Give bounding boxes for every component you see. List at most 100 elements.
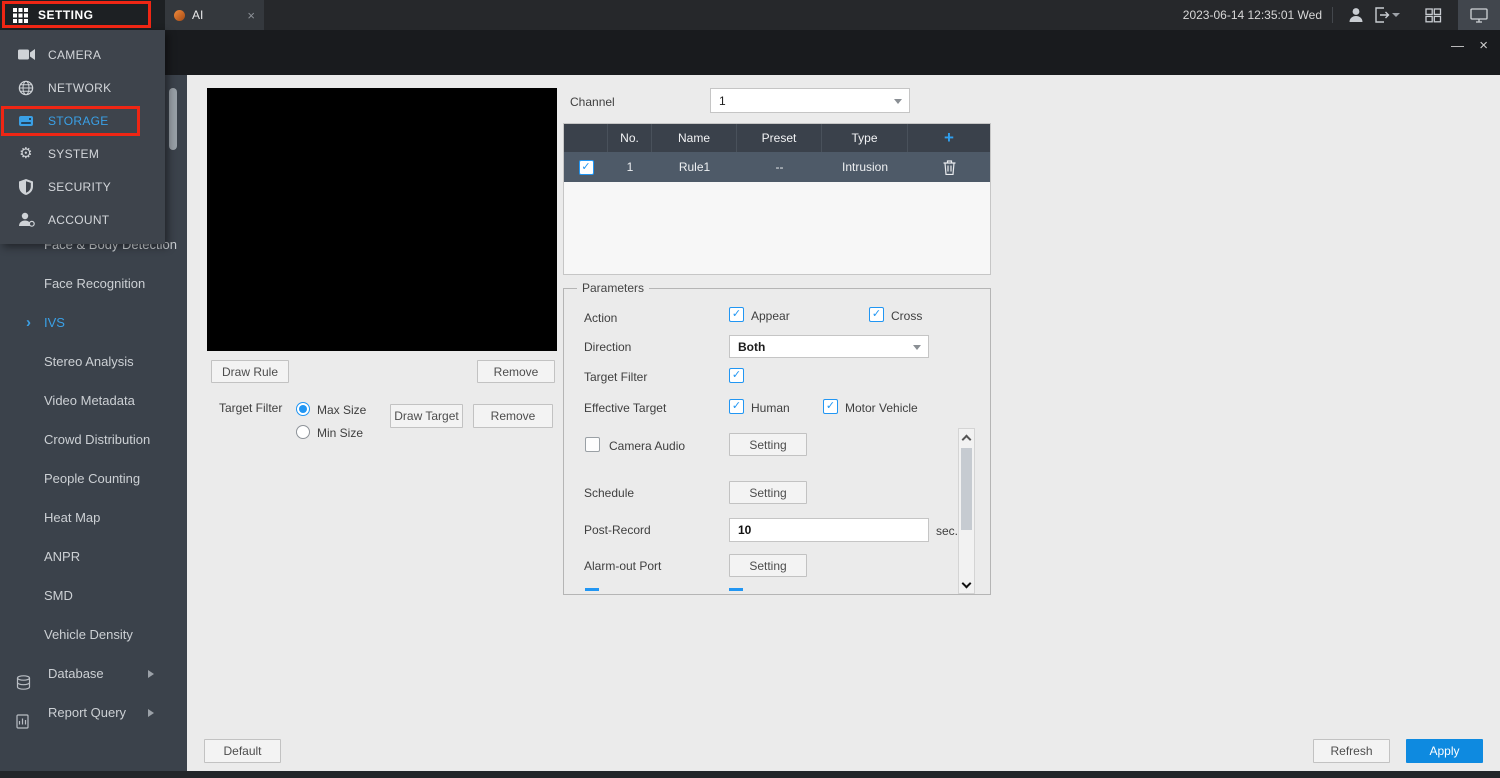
scroll-up-button[interactable]: [959, 429, 974, 446]
cross-checkbox[interactable]: [869, 307, 884, 322]
user-icon[interactable]: [1344, 0, 1368, 30]
screen-layout-icon[interactable]: [1420, 0, 1446, 30]
system-gear-icon: [17, 146, 35, 161]
logout-caret-icon: [1392, 13, 1400, 17]
cell-type: Intrusion: [842, 160, 888, 174]
menu-item-security[interactable]: SECURITY: [0, 170, 165, 203]
sidebar-scrollbar[interactable]: [169, 88, 177, 150]
remove-rule-button[interactable]: Remove: [477, 360, 555, 383]
button-label: Apply: [1429, 744, 1459, 758]
setting-menu-button[interactable]: SETTING: [0, 0, 165, 30]
cell-no: 1: [627, 160, 634, 174]
sidebar-item-ivs[interactable]: IVS: [0, 303, 187, 342]
apps-grid-icon: [13, 8, 28, 23]
min-size-radio[interactable]: [296, 425, 310, 439]
camera-icon: [17, 48, 35, 61]
header-label: Name: [678, 131, 710, 145]
col-type: Type: [822, 124, 908, 152]
header-label: No.: [620, 131, 639, 145]
post-record-input[interactable]: [729, 518, 929, 542]
post-record-unit: sec.: [936, 524, 958, 538]
channel-select[interactable]: 1: [710, 88, 910, 113]
effective-target-label: Effective Target: [584, 401, 666, 415]
human-checkbox[interactable]: [729, 399, 744, 414]
remove-target-button[interactable]: Remove: [473, 404, 553, 428]
cross-label: Cross: [891, 309, 922, 323]
chevron-down-icon: [913, 345, 921, 350]
minimize-button[interactable]: —: [1451, 38, 1464, 53]
min-size-label: Min Size: [317, 426, 363, 440]
appear-checkbox[interactable]: [729, 307, 744, 322]
target-filter-checkbox[interactable]: [729, 368, 744, 383]
post-record-label: Post-Record: [584, 523, 651, 537]
sidebar-item-face-recognition[interactable]: Face Recognition: [0, 264, 187, 303]
motor-vehicle-checkbox[interactable]: [823, 399, 838, 414]
apply-button[interactable]: Apply: [1406, 739, 1483, 763]
motor-vehicle-label: Motor Vehicle: [845, 401, 918, 415]
sidebar-item-anpr[interactable]: ANPR: [0, 537, 187, 576]
col-select: [564, 124, 608, 152]
scrollbar-thumb[interactable]: [961, 448, 972, 530]
sidebar-item-smd[interactable]: SMD: [0, 576, 187, 615]
sidebar-item-crowd-distribution[interactable]: Crowd Distribution: [0, 420, 187, 459]
logout-icon[interactable]: [1374, 0, 1400, 30]
schedule-setting-button[interactable]: Setting: [729, 481, 807, 504]
menu-item-network[interactable]: NETWORK: [0, 71, 165, 104]
report-query-icon: [16, 705, 31, 732]
account-icon: [17, 212, 35, 227]
refresh-button[interactable]: Refresh: [1313, 739, 1390, 763]
header-label: Preset: [762, 131, 797, 145]
sidebar-item-stereo-analysis[interactable]: Stereo Analysis: [0, 342, 187, 381]
direction-select[interactable]: Both: [729, 335, 929, 358]
nvr-settings-screen: — × SETTING AI × 2023-06-14 12:35:01 Wed: [0, 0, 1500, 778]
table-row[interactable]: 1 Rule1 -- Intrusion: [564, 152, 990, 182]
col-no: No.: [608, 124, 652, 152]
sidebar-item-report-query[interactable]: Report Query: [0, 693, 187, 732]
button-label: Remove: [491, 409, 536, 423]
draw-rule-button[interactable]: Draw Rule: [211, 360, 289, 383]
sidebar-item-vehicle-density[interactable]: Vehicle Density: [0, 615, 187, 654]
parameters-title: Parameters: [577, 281, 649, 295]
camera-audio-setting-button[interactable]: Setting: [729, 433, 807, 456]
parameters-scrollbar[interactable]: [958, 428, 975, 594]
sidebar-item-video-metadata[interactable]: Video Metadata: [0, 381, 187, 420]
camera-audio-checkbox[interactable]: [585, 437, 600, 452]
add-rule-button[interactable]: +: [908, 124, 990, 152]
sidebar-item-label: Crowd Distribution: [44, 432, 150, 447]
close-button[interactable]: ×: [1479, 37, 1488, 54]
tab-ai[interactable]: AI ×: [165, 0, 264, 30]
alarm-out-setting-button[interactable]: Setting: [729, 554, 807, 577]
sidebar-item-label: Heat Map: [44, 510, 100, 525]
scroll-down-button[interactable]: [959, 576, 974, 593]
delete-rule-icon[interactable]: [943, 160, 956, 175]
menu-item-camera[interactable]: CAMERA: [0, 38, 165, 71]
button-label: Setting: [749, 559, 786, 573]
sidebar-item-database[interactable]: Database: [0, 654, 187, 693]
default-button[interactable]: Default: [204, 739, 281, 763]
sidebar-item-label: ANPR: [44, 549, 80, 564]
menu-item-system[interactable]: SYSTEM: [0, 137, 165, 170]
chevron-down-icon: [962, 578, 972, 588]
sidebar-item-label: Video Metadata: [44, 393, 135, 408]
window-titlebar: — ×: [0, 30, 1500, 75]
button-label: Draw Target: [394, 409, 458, 423]
row-checkbox[interactable]: [579, 160, 594, 175]
menu-item-label: NETWORK: [48, 81, 111, 95]
parameters-group: Parameters Action Appear Cross Direction…: [563, 288, 991, 595]
button-label: Draw Rule: [222, 365, 278, 379]
menu-item-storage[interactable]: STORAGE: [0, 104, 165, 137]
clipped-checkbox-fragment: [729, 588, 743, 591]
draw-target-button[interactable]: Draw Target: [390, 404, 463, 428]
max-size-radio[interactable]: [296, 402, 310, 416]
display-icon[interactable]: [1458, 0, 1500, 30]
direction-value: Both: [738, 340, 765, 354]
sidebar-item-people-counting[interactable]: People Counting: [0, 459, 187, 498]
channel-value: 1: [719, 94, 726, 108]
sidebar-item-label: Report Query: [48, 705, 126, 720]
video-preview[interactable]: [207, 88, 557, 351]
menu-item-account[interactable]: ACCOUNT: [0, 203, 165, 236]
sidebar-item-heat-map[interactable]: Heat Map: [0, 498, 187, 537]
tab-close-icon[interactable]: ×: [247, 8, 255, 23]
chevron-up-icon: [962, 434, 972, 444]
sidebar-item-label: SMD: [44, 588, 73, 603]
